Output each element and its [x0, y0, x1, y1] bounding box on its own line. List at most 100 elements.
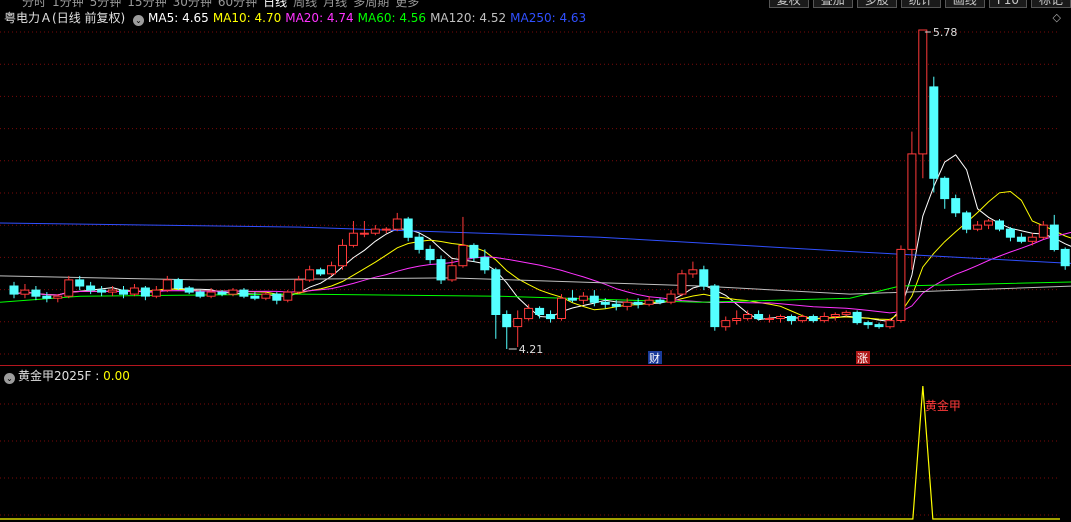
candle [491, 267, 501, 339]
candle-body [808, 316, 818, 322]
candle-body [699, 269, 709, 287]
candle-body [173, 279, 183, 289]
candle-body [513, 318, 523, 328]
candle [666, 290, 676, 305]
candle [754, 310, 764, 321]
candle [732, 310, 742, 325]
candle-body [42, 295, 52, 299]
candle-body [228, 289, 238, 295]
candle-body [688, 269, 698, 275]
candle [42, 292, 52, 303]
candle [841, 310, 851, 317]
candle-body [984, 220, 993, 226]
candle [119, 286, 128, 299]
candle-body [184, 287, 194, 293]
candle-body [786, 316, 796, 322]
candle-body [403, 218, 413, 238]
candle-body [316, 269, 326, 275]
candle-body [633, 301, 643, 305]
candle [546, 310, 555, 323]
candle [151, 286, 161, 299]
candle [973, 221, 983, 232]
candle-body [885, 320, 895, 328]
candle [688, 261, 698, 278]
annotations: 5.78 4.21 财 涨 [508, 26, 957, 365]
indicator-panel: 黄金甲 [0, 385, 1060, 520]
candle [984, 219, 993, 230]
candle [31, 286, 41, 301]
event-badge-cai-text: 财 [649, 351, 660, 365]
candle [239, 288, 249, 299]
candle [830, 312, 840, 321]
candle-body [655, 299, 665, 303]
candle [283, 290, 293, 303]
candle-body [852, 311, 862, 324]
candle-body [929, 86, 939, 179]
candle [1016, 233, 1026, 244]
candle [951, 194, 961, 217]
candle-body [97, 289, 107, 293]
candle-body [907, 153, 917, 250]
signal-line [0, 385, 1060, 520]
candle [1049, 214, 1059, 252]
candle [929, 76, 939, 193]
candle-body [524, 307, 534, 320]
candle [272, 292, 282, 305]
candle-body [1049, 224, 1059, 251]
candle-body [348, 232, 358, 246]
candle [338, 239, 347, 270]
candle-body [611, 303, 621, 307]
candle-body [567, 297, 577, 301]
candle-body [359, 232, 369, 235]
candle [644, 296, 654, 307]
candle [64, 275, 74, 299]
candle-body [31, 289, 41, 297]
candle-body [414, 236, 424, 250]
candle-body [217, 291, 227, 295]
candle-body [644, 299, 654, 305]
candle [776, 314, 785, 323]
candle [129, 284, 139, 297]
candle [797, 314, 807, 323]
candle [907, 131, 917, 270]
candle-body [578, 295, 588, 301]
candle-body [272, 293, 282, 301]
candle-body [940, 177, 950, 200]
candle [261, 292, 271, 301]
candles [9, 29, 1070, 349]
candle [896, 245, 906, 323]
candle [918, 29, 928, 179]
candle-body [797, 316, 807, 322]
candle-body [1060, 248, 1070, 267]
candle-body [338, 244, 347, 267]
candle-body [874, 324, 884, 328]
candle-body [918, 29, 928, 155]
candle-body [600, 301, 610, 305]
candle-body [129, 287, 139, 295]
candle-body [250, 295, 260, 299]
kline-chart[interactable]: 5.78 4.21 财 涨 黄金甲 [0, 0, 1071, 522]
candle [173, 277, 183, 291]
candle-body [1016, 236, 1026, 242]
candle-body [995, 220, 1004, 230]
candle-body [546, 314, 555, 320]
candle-body [1005, 228, 1015, 238]
candle [502, 310, 512, 349]
candle-body [721, 320, 731, 328]
candle-body [1027, 236, 1037, 242]
candle [995, 219, 1004, 232]
candle-body [819, 316, 829, 322]
candle [414, 233, 424, 254]
candle-body [447, 265, 457, 281]
candle [458, 216, 468, 268]
candle [425, 245, 435, 264]
candle [9, 281, 19, 299]
event-badge-zhang-text: 涨 [857, 352, 868, 365]
candle-body [53, 295, 63, 299]
candle-body [195, 291, 205, 297]
candle-body [239, 289, 249, 297]
candle-body [776, 316, 785, 319]
candle-body [480, 257, 490, 271]
candle-body [732, 318, 742, 321]
candle [863, 320, 873, 329]
